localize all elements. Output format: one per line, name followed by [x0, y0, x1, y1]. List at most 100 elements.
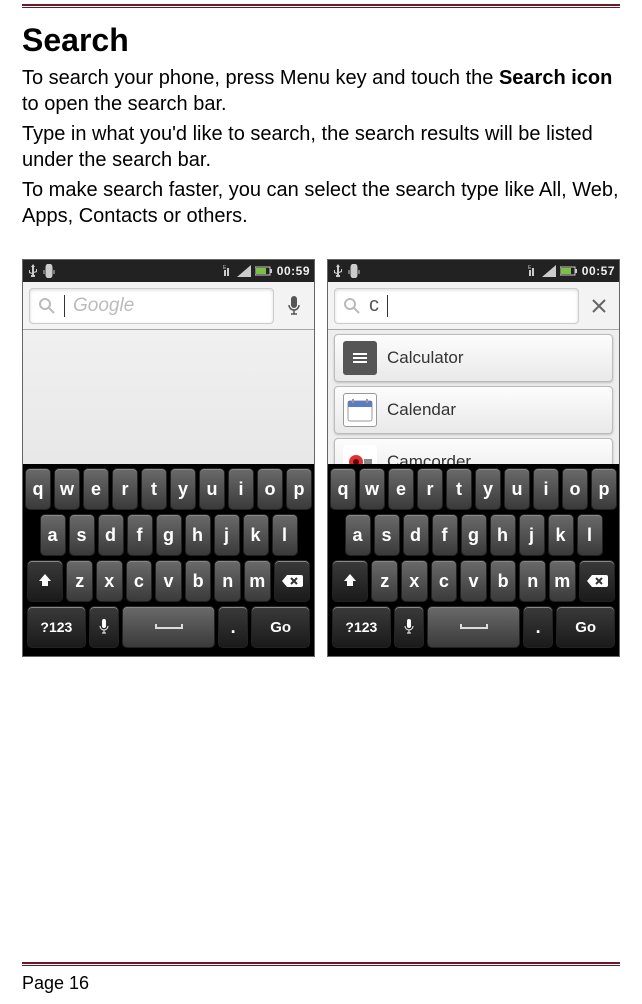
clear-search-button[interactable]	[585, 288, 613, 324]
key-b[interactable]: b	[490, 560, 517, 602]
android-debug-icon	[43, 264, 55, 278]
key-k[interactable]: k	[243, 514, 269, 556]
key-r[interactable]: r	[112, 468, 138, 510]
svg-text:E: E	[223, 265, 227, 271]
key-t[interactable]: t	[446, 468, 472, 510]
key-w[interactable]: w	[54, 468, 80, 510]
signal-icon	[542, 265, 556, 277]
key-u[interactable]: u	[199, 468, 225, 510]
key-i[interactable]: i	[228, 468, 254, 510]
key-g[interactable]: g	[156, 514, 182, 556]
key-x[interactable]: x	[401, 560, 428, 602]
key-c[interactable]: c	[126, 560, 153, 602]
key-w[interactable]: w	[359, 468, 385, 510]
key-j[interactable]: j	[214, 514, 240, 556]
search-input[interactable]: c	[334, 288, 579, 324]
key-q[interactable]: q	[330, 468, 356, 510]
shift-icon	[341, 572, 359, 590]
status-bar: E 00:59	[23, 260, 314, 282]
key-a[interactable]: a	[345, 514, 371, 556]
key-d[interactable]: d	[403, 514, 429, 556]
key-icon[interactable]	[332, 560, 368, 602]
data-icon: E	[223, 265, 233, 277]
voice-search-button[interactable]	[280, 288, 308, 324]
key-u[interactable]: u	[504, 468, 530, 510]
key-y[interactable]: y	[170, 468, 196, 510]
key-icon[interactable]	[427, 606, 520, 648]
key-icon[interactable]	[394, 606, 424, 648]
keyboard: qwertyuiop asdfghjkl zxcvbnm ?123.Go	[23, 464, 314, 656]
calculator-app-icon	[343, 341, 377, 375]
key-f[interactable]: f	[127, 514, 153, 556]
key-icon[interactable]	[27, 560, 63, 602]
key-h[interactable]: h	[490, 514, 516, 556]
microphone-icon	[98, 618, 110, 636]
usb-icon	[27, 264, 39, 278]
key-v[interactable]: v	[460, 560, 487, 602]
paragraph-3: To make search faster, you can select th…	[22, 177, 620, 229]
key-icon[interactable]	[579, 560, 615, 602]
key-g[interactable]: g	[461, 514, 487, 556]
key-z[interactable]: z	[371, 560, 398, 602]
key-n[interactable]: n	[214, 560, 241, 602]
search-bar: Google	[23, 282, 314, 330]
key-a[interactable]: a	[40, 514, 66, 556]
key-x[interactable]: x	[96, 560, 123, 602]
key-Go[interactable]: Go	[251, 606, 310, 648]
result-camcorder[interactable]: Camcorder	[334, 438, 613, 464]
key-k[interactable]: k	[548, 514, 574, 556]
result-label: Calculator	[387, 348, 464, 368]
key-icon[interactable]	[274, 560, 310, 602]
space-icon	[459, 622, 489, 632]
key-Go[interactable]: Go	[556, 606, 615, 648]
search-placeholder: Google	[73, 295, 134, 317]
key-.[interactable]: .	[523, 606, 553, 648]
key-?123[interactable]: ?123	[332, 606, 391, 648]
key-q[interactable]: q	[25, 468, 51, 510]
key-z[interactable]: z	[66, 560, 93, 602]
key-v[interactable]: v	[155, 560, 182, 602]
key-b[interactable]: b	[185, 560, 212, 602]
result-calculator[interactable]: Calculator	[334, 334, 613, 382]
text: to open the search bar.	[22, 93, 227, 115]
key-y[interactable]: y	[475, 468, 501, 510]
screenshot-right: E 00:57 c	[327, 259, 620, 657]
text-cursor	[64, 295, 65, 317]
key-i[interactable]: i	[533, 468, 559, 510]
key-j[interactable]: j	[519, 514, 545, 556]
result-label: Calendar	[387, 400, 456, 420]
key-o[interactable]: o	[257, 468, 283, 510]
search-input[interactable]: Google	[29, 288, 274, 324]
key-s[interactable]: s	[374, 514, 400, 556]
key-m[interactable]: m	[549, 560, 576, 602]
key-l[interactable]: l	[272, 514, 298, 556]
key-f[interactable]: f	[432, 514, 458, 556]
key-o[interactable]: o	[562, 468, 588, 510]
keyboard: qwertyuiop asdfghjkl zxcvbnm ?123.Go	[328, 464, 619, 656]
close-icon	[591, 298, 607, 314]
key-icon[interactable]	[89, 606, 119, 648]
key-icon[interactable]	[122, 606, 215, 648]
key-e[interactable]: e	[83, 468, 109, 510]
key-.[interactable]: .	[218, 606, 248, 648]
result-calendar[interactable]: Calendar	[334, 386, 613, 434]
key-l[interactable]: l	[577, 514, 603, 556]
battery-icon	[255, 265, 273, 277]
key-e[interactable]: e	[388, 468, 414, 510]
key-t[interactable]: t	[141, 468, 167, 510]
key-r[interactable]: r	[417, 468, 443, 510]
key-n[interactable]: n	[519, 560, 546, 602]
key-p[interactable]: p	[591, 468, 617, 510]
signal-icon	[237, 265, 251, 277]
key-s[interactable]: s	[69, 514, 95, 556]
key-d[interactable]: d	[98, 514, 124, 556]
text-cursor	[387, 295, 388, 317]
microphone-icon	[403, 618, 415, 636]
key-h[interactable]: h	[185, 514, 211, 556]
key-?123[interactable]: ?123	[27, 606, 86, 648]
key-p[interactable]: p	[286, 468, 312, 510]
usb-icon	[332, 264, 344, 278]
backspace-icon	[281, 573, 303, 589]
key-c[interactable]: c	[431, 560, 458, 602]
key-m[interactable]: m	[244, 560, 271, 602]
